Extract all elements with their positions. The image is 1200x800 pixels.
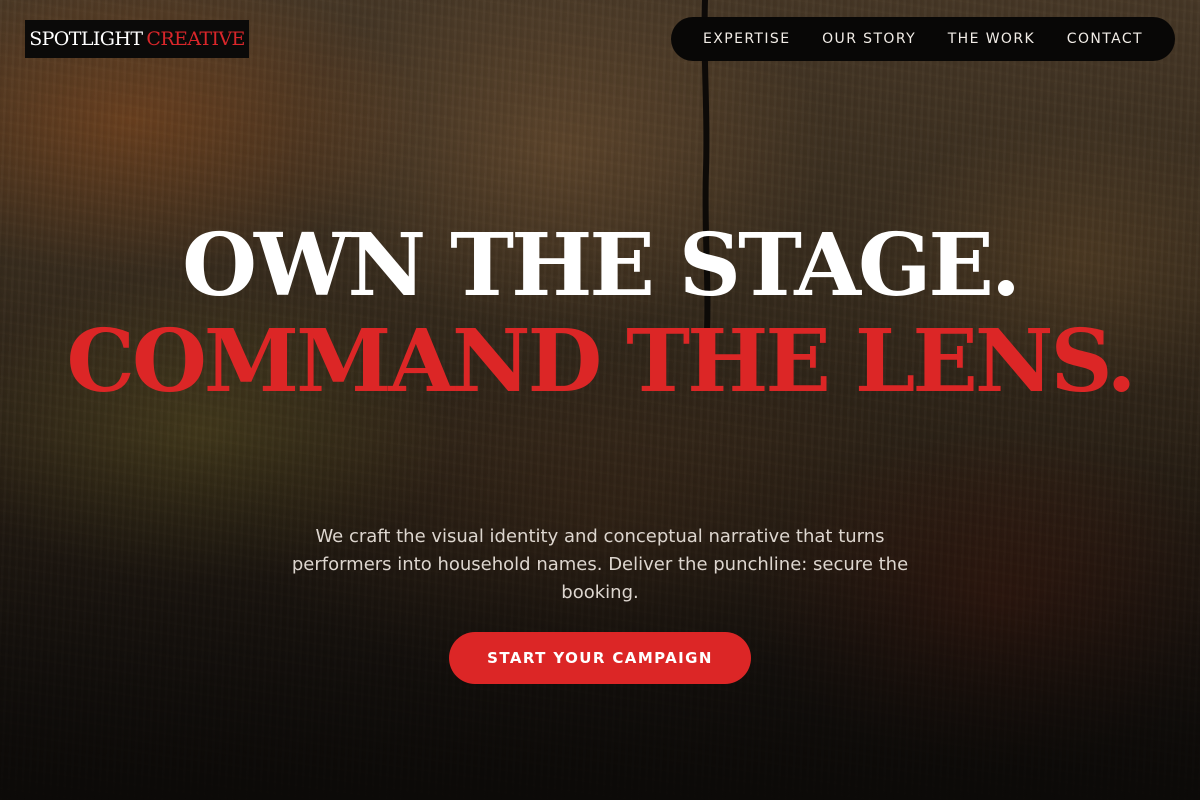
hero-section: SPOTLIGHT CREATIVE EXPERTISE OUR STORY TH…	[0, 0, 1200, 800]
nav-item-expertise[interactable]: EXPERTISE	[703, 31, 790, 47]
nav-item-our-story[interactable]: OUR STORY	[822, 31, 916, 47]
headline-line-2: COMMAND THE LENS.	[66, 311, 1137, 412]
brand-name-primary: SPOTLIGHT	[29, 28, 143, 50]
main-nav: EXPERTISE OUR STORY THE WORK CONTACT	[671, 17, 1175, 61]
nav-item-the-work[interactable]: THE WORK	[948, 31, 1035, 47]
hero-subtitle: We craft the visual identity and concept…	[291, 526, 909, 603]
brand-name-accent: CREATIVE	[146, 28, 245, 50]
brand-logo[interactable]: SPOTLIGHT CREATIVE	[25, 20, 249, 58]
nav-item-contact[interactable]: CONTACT	[1067, 31, 1143, 47]
hero-headline: OWN THE STAGE. COMMAND THE LENS.	[0, 218, 1200, 410]
start-campaign-button[interactable]: START YOUR CAMPAIGN	[449, 632, 751, 684]
headline-line-1: OWN THE STAGE.	[182, 215, 1021, 316]
